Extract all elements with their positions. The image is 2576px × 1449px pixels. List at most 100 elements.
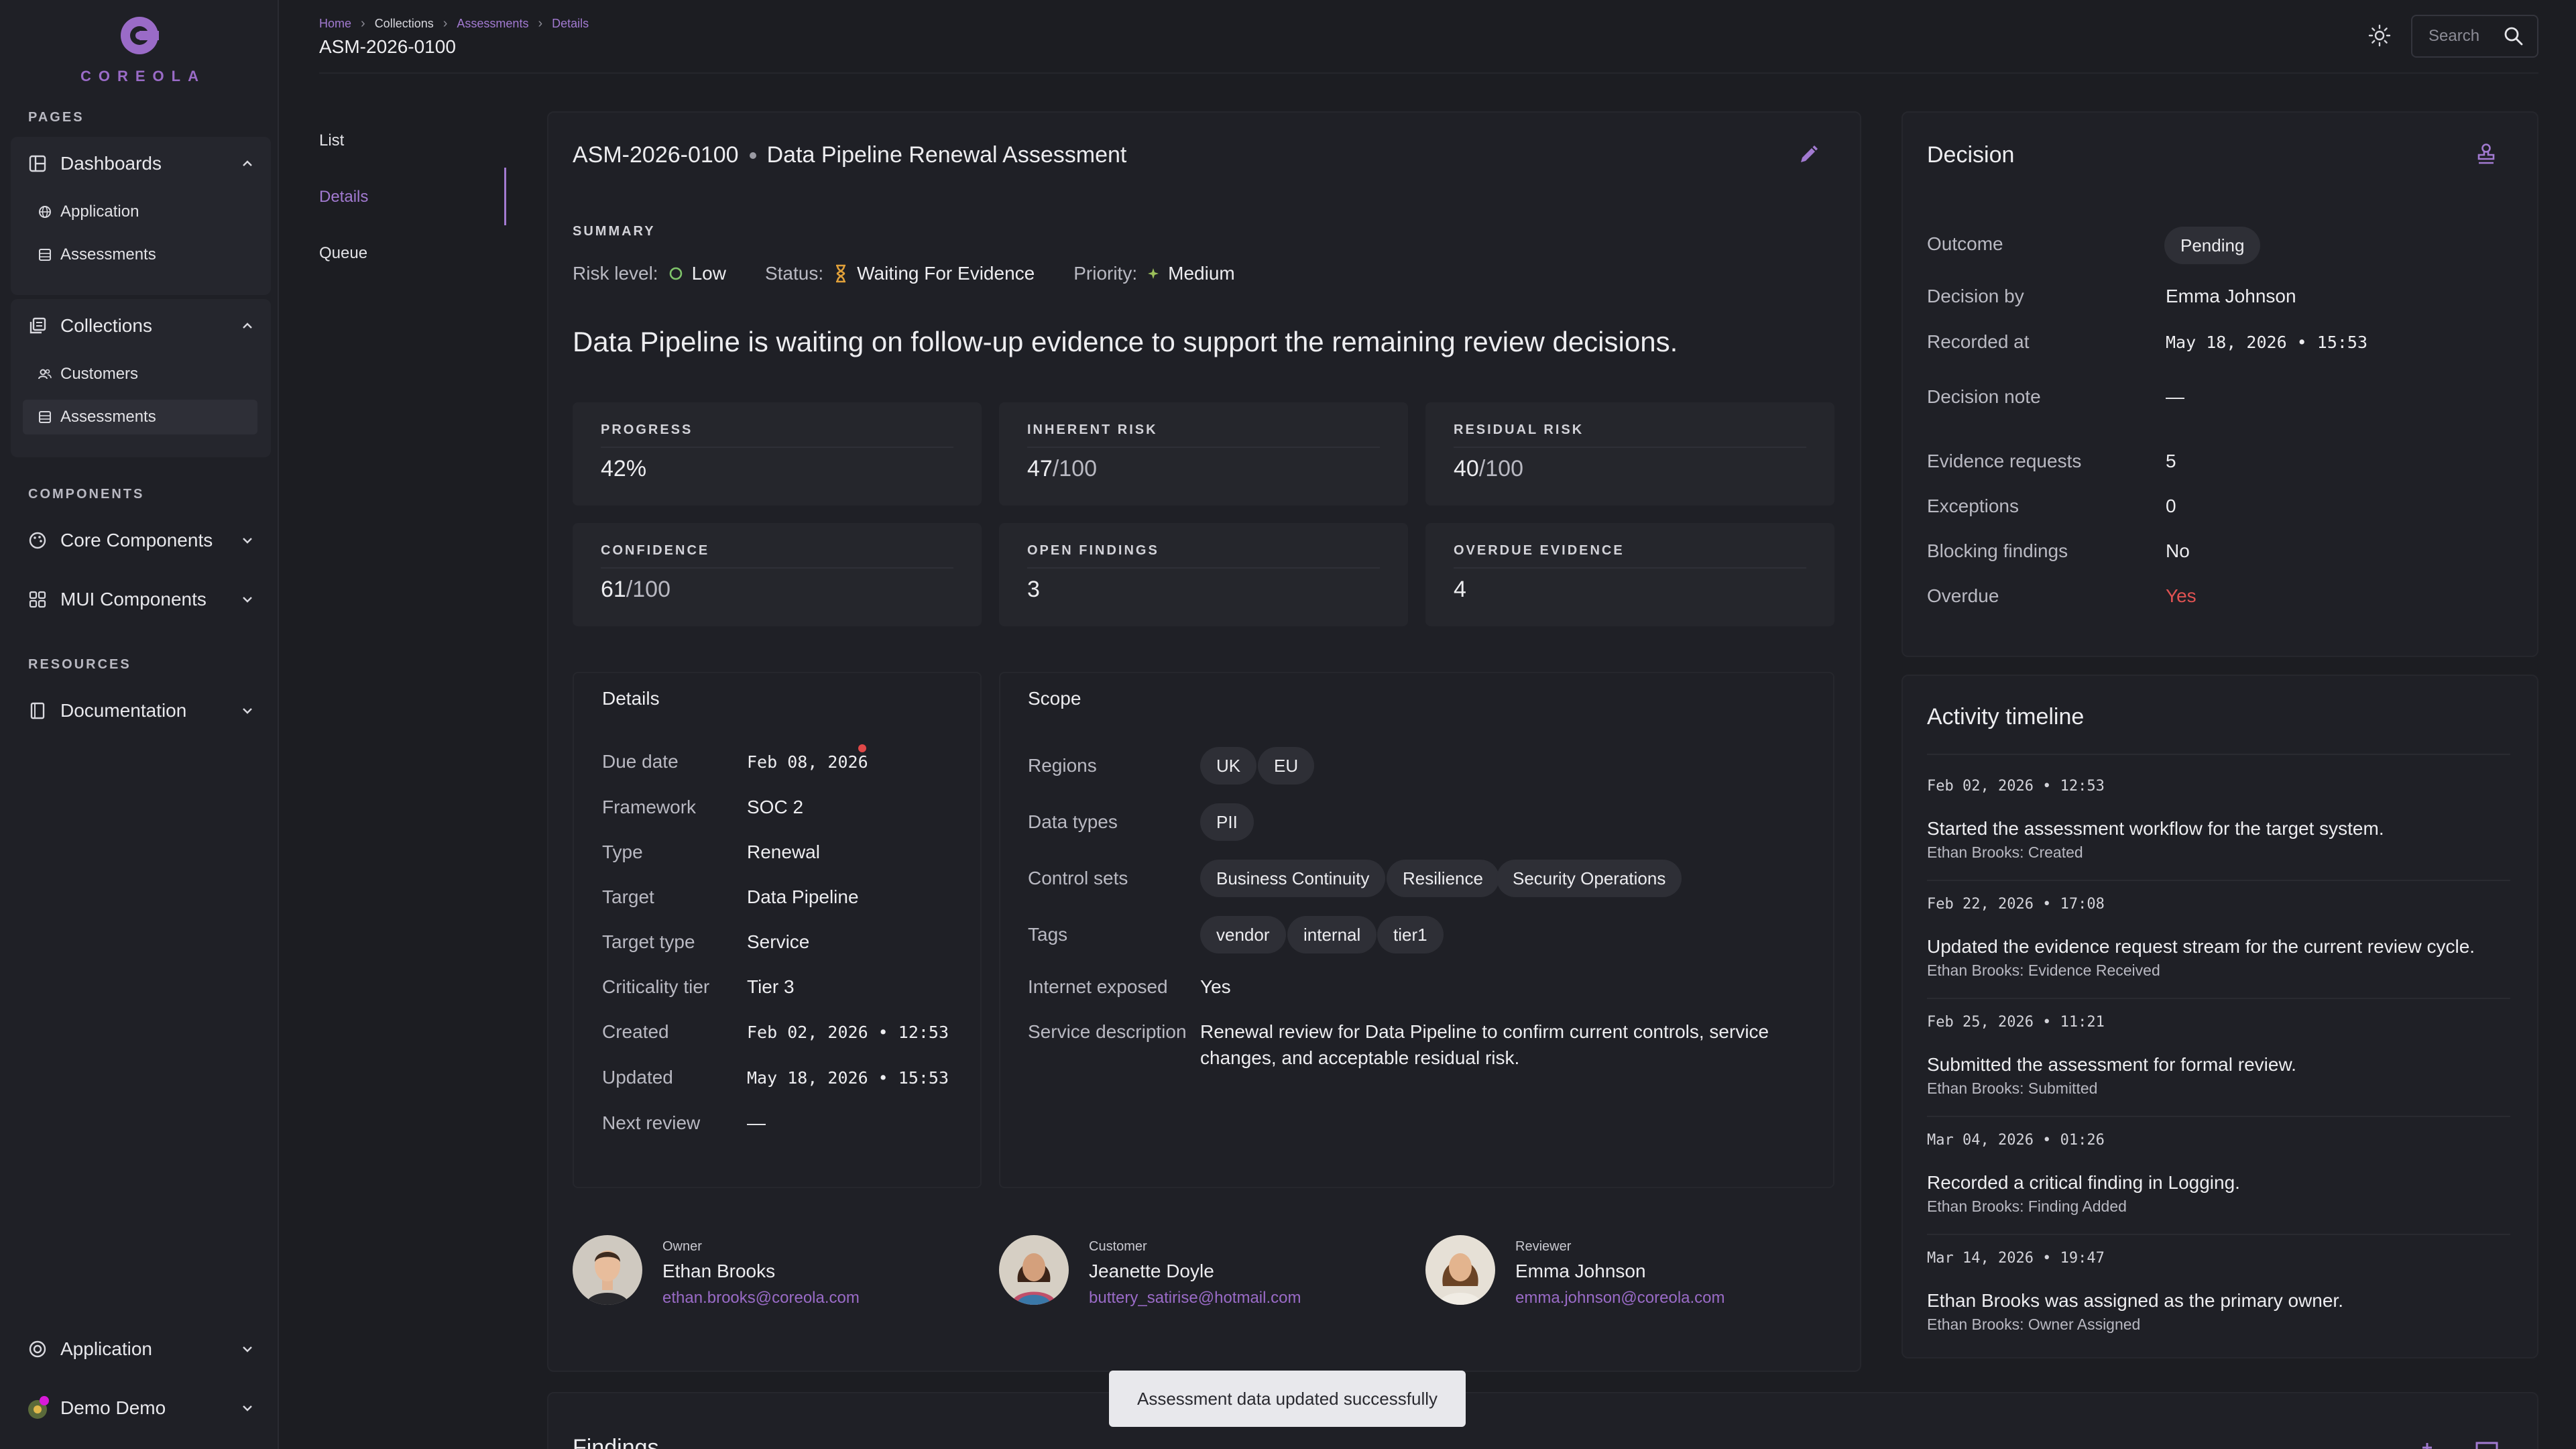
nav-collections[interactable]: Collections (11, 299, 271, 353)
person-email-link[interactable]: buttery_satirise@hotmail.com (1089, 1289, 1301, 1308)
scope-key: Service description (1028, 1021, 1187, 1042)
logo[interactable]: COREOLA (0, 16, 279, 85)
stat-value: 40/100 (1454, 456, 1524, 481)
tag-chip: tier1 (1377, 916, 1444, 953)
tag-chip: vendor (1200, 916, 1286, 953)
nav-application-label: Application (60, 1338, 152, 1359)
stat-value: 47/100 (1027, 456, 1098, 481)
user-name: Demo Demo (60, 1397, 166, 1418)
decision-value: — (2166, 386, 2184, 407)
sun-icon[interactable] (2368, 24, 2391, 47)
stat-value: 61/100 (601, 577, 671, 602)
stat-progress: PROGRESS 42% (573, 402, 982, 506)
detail-key: Framework (602, 797, 697, 817)
subnav-queue[interactable]: Queue (319, 244, 367, 263)
summary-status-line: Risk level: Low Status: Waiting For Evid… (573, 263, 1235, 284)
nav-dashboards[interactable]: Dashboards (11, 137, 271, 190)
decision-value: 5 (2166, 451, 2176, 471)
timeline-text: Updated the evidence request stream for … (1927, 936, 2475, 957)
nav-documentation-label: Documentation (60, 700, 187, 721)
subnav-active-indicator (504, 168, 506, 225)
scope-key: Tags (1028, 924, 1068, 945)
nav-mui-components-label: MUI Components (60, 589, 207, 610)
avatar (1425, 1235, 1495, 1305)
detail-key: Target (602, 886, 654, 907)
chevron-down-icon (243, 1405, 252, 1411)
breadcrumb-home[interactable]: Home (319, 17, 351, 31)
region-chip: EU (1258, 747, 1315, 785)
globe-icon (39, 206, 51, 218)
detail-key: Criticality tier (602, 976, 710, 997)
nav-mui-components[interactable]: MUI Components (11, 573, 271, 626)
priority-icon (1148, 268, 1159, 279)
control-set-chip: Security Operations (1497, 860, 1682, 897)
users-icon (38, 369, 52, 380)
decision-key: Exceptions (1927, 496, 2019, 516)
stat-open-findings: OPEN FINDINGS 3 (999, 523, 1408, 626)
breadcrumb-assessments[interactable]: Assessments (457, 17, 528, 31)
timeline-actor: Ethan Brooks: Finding Added (1927, 1198, 2127, 1215)
timeline-actor: Ethan Brooks: Created (1927, 844, 2083, 861)
section-label-pages: PAGES (28, 110, 84, 125)
region-chip: UK (1200, 747, 1257, 785)
decision-key: Outcome (1927, 233, 2003, 254)
nav-collections-customers[interactable]: Customers (23, 357, 257, 392)
stamp-icon[interactable] (2474, 142, 2498, 166)
nav-dashboards-application[interactable]: Application (23, 194, 257, 229)
nav-collections-assessments[interactable]: Assessments (23, 400, 257, 434)
subnav-list[interactable]: List (319, 131, 344, 150)
nav-application-switcher[interactable]: Application (11, 1322, 271, 1376)
nav-documentation[interactable]: Documentation (11, 684, 271, 738)
detail-value: Feb 02, 2026 • 12:53 (747, 1023, 949, 1042)
book-icon (30, 702, 45, 719)
decision-key: Decision by (1927, 286, 2024, 306)
due-date-alert-dot (858, 744, 866, 752)
person-name: Ethan Brooks (662, 1261, 776, 1281)
details-card (573, 672, 982, 1188)
section-label-components: COMPONENTS (28, 487, 145, 502)
scope-value: Yes (1200, 976, 1231, 997)
nav-core-components[interactable]: Core Components (11, 514, 271, 567)
stat-residual-risk: RESIDUAL RISK 40/100 (1425, 402, 1834, 506)
findings-title: Findings (573, 1435, 659, 1449)
decision-value: Emma Johnson (2166, 286, 2296, 306)
summary-label: SUMMARY (573, 224, 656, 239)
breadcrumb-collections[interactable]: Collections (375, 17, 434, 31)
nav-collections-label: Collections (60, 315, 152, 336)
chevron-down-icon (243, 708, 252, 714)
detail-key: Type (602, 842, 643, 862)
detail-key: Next review (602, 1112, 701, 1133)
coreola-logo-icon (121, 17, 160, 54)
person-email-link[interactable]: ethan.brooks@coreola.com (662, 1289, 860, 1308)
timeline-text: Submitted the assessment for formal revi… (1927, 1054, 2296, 1075)
subnav-details[interactable]: Details (319, 188, 368, 207)
edit-icon[interactable] (1797, 143, 1820, 166)
user-menu[interactable]: Demo Demo (11, 1381, 271, 1435)
sidebar: COREOLA PAGES Dashboards Application Ass… (0, 0, 279, 1449)
nav-dashboards-application-label: Application (60, 202, 139, 221)
chevron-up-icon (243, 160, 252, 166)
summary-headline: Data Pipeline is waiting on follow-up ev… (573, 326, 1678, 357)
widgets-icon (29, 591, 46, 608)
decision-key: Evidence requests (1927, 451, 2082, 471)
timeline-text: Started the assessment workflow for the … (1927, 818, 2384, 839)
findings-actions-icon[interactable] (2420, 1439, 2501, 1449)
chevron-down-icon (243, 538, 252, 544)
scope-key: Regions (1028, 755, 1097, 776)
detail-value: Data Pipeline (747, 886, 859, 907)
person-owner: Owner Ethan Brooks ethan.brooks@coreola.… (573, 1232, 975, 1308)
timeline-text: Recorded a critical finding in Logging. (1927, 1172, 2240, 1193)
stat-label: INHERENT RISK (1027, 422, 1158, 437)
timeline-divider (1927, 754, 2510, 755)
detail-value: Renewal (747, 842, 820, 862)
search-input[interactable]: Search (2411, 15, 2538, 58)
detail-value: Feb 08, 2026 (747, 752, 868, 772)
table-icon (39, 411, 51, 423)
decision-value: Yes (2166, 585, 2197, 606)
person-email-link[interactable]: emma.johnson@coreola.com (1515, 1289, 1725, 1308)
nav-dashboards-assessments[interactable]: Assessments (23, 237, 257, 272)
dashboard-icon (29, 155, 46, 172)
stat-label: OPEN FINDINGS (1027, 543, 1159, 558)
risk-circle-icon (669, 267, 682, 280)
stat-value: 42% (601, 456, 647, 481)
